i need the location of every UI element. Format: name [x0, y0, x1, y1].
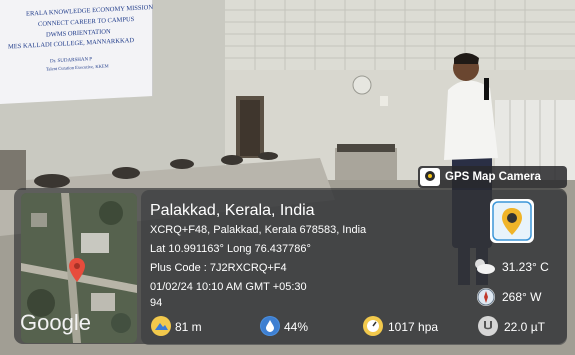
plus-code-line: Plus Code : 7J2RXCRQ+F4 [150, 262, 287, 274]
slide-line-2: CONNECT CAREER TO CAMPUS [38, 15, 135, 29]
altitude-value: 81 m [175, 320, 202, 334]
compass-icon [477, 288, 495, 306]
pressure-gauge-icon [363, 316, 383, 336]
slide-line-3: DWMS ORIENTATION [46, 28, 111, 39]
altitude-icon [151, 316, 171, 336]
wind-direction-value: 268° W [502, 290, 542, 304]
slide-line-5: Dr. SUDARSHAN P [50, 57, 93, 65]
coordinates-line: Lat 10.991163° Long 76.437786° [150, 243, 311, 255]
slide-line-4: MES KALLADI COLLEGE, MANNARKKAD [8, 36, 135, 51]
address-line: XCRQ+F48, Palakkad, Kerala 678583, India [150, 224, 367, 236]
geotag-photo: ERALA KNOWLEDGE ECONOMY MISSION CONNECT … [0, 0, 575, 355]
humidity-value: 44% [284, 320, 309, 334]
magnetic-field-value: 22.0 µT [504, 320, 545, 334]
slide-line-6: Talent Curation Executive, KKEM [46, 63, 109, 72]
magnet-icon [478, 316, 498, 336]
location-pin-icon [69, 258, 85, 282]
location-title: Palakkad, Kerala, India [150, 202, 315, 219]
extra-line: 94 [150, 297, 163, 309]
map-camera-icon [490, 199, 534, 243]
map-attribution: Google [20, 310, 91, 335]
datetime-line: 01/02/24 10:10 AM GMT +05:30 [150, 281, 307, 293]
projector-slide: ERALA KNOWLEDGE ECONOMY MISSION CONNECT … [0, 0, 153, 104]
temperature-value: 31.23° C [502, 260, 549, 274]
app-name: GPS Map Camera [445, 171, 541, 183]
humidity-icon [260, 316, 280, 336]
pressure-value: 1017 hpa [388, 320, 439, 334]
camera-pin-icon [420, 168, 440, 186]
cloud-sun-icon [475, 259, 495, 274]
